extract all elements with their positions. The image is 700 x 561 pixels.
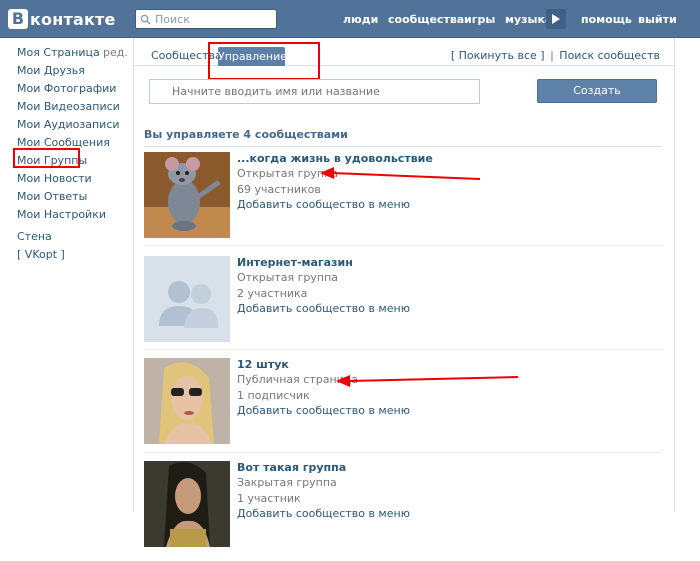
- top-bar: В контакте Поиск люди сообщества игры му…: [0, 0, 700, 38]
- nav-people[interactable]: люди: [343, 13, 378, 26]
- group-avatar[interactable]: [144, 152, 230, 238]
- group-avatar[interactable]: [144, 358, 230, 444]
- header-search-input[interactable]: Поиск: [135, 9, 277, 29]
- add-to-menu-link[interactable]: Добавить сообщество в меню: [237, 302, 410, 315]
- group-item: Вот такая группа Закрытая группа 1 участ…: [134, 461, 674, 561]
- summary-divider: [144, 146, 662, 147]
- header-search-placeholder: Поиск: [155, 12, 190, 26]
- nav-help[interactable]: помощь: [581, 13, 632, 26]
- sidebar-item-wall[interactable]: Стена: [17, 230, 52, 243]
- tabs-right-links: [ Покинуть все ] | Поиск сообществ: [451, 49, 660, 62]
- group-avatar[interactable]: [144, 461, 230, 547]
- group-item: Интернет-магазин Открытая группа 2 участ…: [134, 256, 674, 356]
- red-arrow-icon: [320, 167, 481, 180]
- nav-communities[interactable]: сообщества: [388, 13, 464, 26]
- sidebar-item-videos[interactable]: Мои Видеозаписи: [17, 100, 120, 113]
- sidebar-item-photos[interactable]: Мои Фотографии: [17, 82, 116, 95]
- sidebar-item-audio[interactable]: Мои Аудиозаписи: [17, 118, 120, 131]
- nav-games[interactable]: игры: [464, 13, 495, 26]
- vk-logo[interactable]: В контакте: [8, 8, 116, 30]
- leave-all-link[interactable]: [ Покинуть все ]: [451, 49, 545, 62]
- group-title[interactable]: 12 штук: [237, 358, 289, 371]
- main-content: Сообщества Управление [ Покинуть все ] |…: [133, 38, 675, 547]
- group-members[interactable]: 69 участников: [237, 183, 321, 196]
- sidebar-item-my-page[interactable]: Моя Страница: [17, 46, 100, 59]
- group-title[interactable]: Вот такая группа: [237, 461, 346, 474]
- add-to-menu-link[interactable]: Добавить сообщество в меню: [237, 198, 410, 211]
- sidebar-item-vkopt[interactable]: [ VKopt ]: [17, 248, 65, 261]
- groups-highlight-box: [13, 148, 80, 168]
- sidebar-item-news[interactable]: Мои Новости: [17, 172, 92, 185]
- sidebar-item-answers[interactable]: Мои Ответы: [17, 190, 87, 203]
- add-to-menu-link[interactable]: Добавить сообщество в меню: [237, 404, 410, 417]
- community-search-input[interactable]: [150, 80, 479, 103]
- sidebar-edit-link[interactable]: ред.: [103, 46, 128, 59]
- group-title[interactable]: Интернет-магазин: [237, 256, 353, 269]
- tab-highlight-box: [208, 42, 320, 80]
- sidebar-item-settings[interactable]: Мои Настройки: [17, 208, 106, 221]
- group-divider: [144, 452, 662, 453]
- group-divider: [144, 245, 662, 246]
- red-arrow-icon: [336, 375, 519, 387]
- group-type: Открытая группа: [237, 271, 339, 284]
- create-community-button[interactable]: Создать сообщество: [537, 79, 657, 119]
- group-title[interactable]: ...когда жизнь в удовольствие: [237, 152, 433, 165]
- group-members[interactable]: 2 участника: [237, 287, 307, 300]
- group-members[interactable]: 1 участник: [237, 492, 301, 505]
- summary-text: Вы управляете 4 сообществами: [144, 128, 348, 141]
- group-avatar[interactable]: [144, 256, 230, 342]
- search-icon: [140, 14, 151, 25]
- group-divider: [144, 349, 662, 350]
- nav-logout[interactable]: выйти: [638, 13, 677, 26]
- group-members[interactable]: 1 подписчик: [237, 389, 310, 402]
- logo-text: контакте: [30, 9, 116, 29]
- logo-letter: В: [8, 9, 28, 29]
- community-search-field[interactable]: [149, 79, 480, 104]
- tabs-separator: |: [550, 49, 554, 62]
- tabs-bar: Сообщества Управление [ Покинуть все ] |…: [134, 38, 674, 80]
- left-sidebar: Моя Страница ред. Мои Друзья Мои Фотогра…: [0, 38, 133, 512]
- summary-bar: Вы управляете 4 сообществами: [134, 124, 674, 146]
- group-type: Закрытая группа: [237, 476, 337, 489]
- search-communities-link[interactable]: Поиск сообществ: [559, 49, 660, 62]
- add-to-menu-link[interactable]: Добавить сообщество в меню: [237, 507, 410, 520]
- sidebar-item-friends[interactable]: Мои Друзья: [17, 64, 85, 77]
- play-icon[interactable]: [546, 9, 566, 29]
